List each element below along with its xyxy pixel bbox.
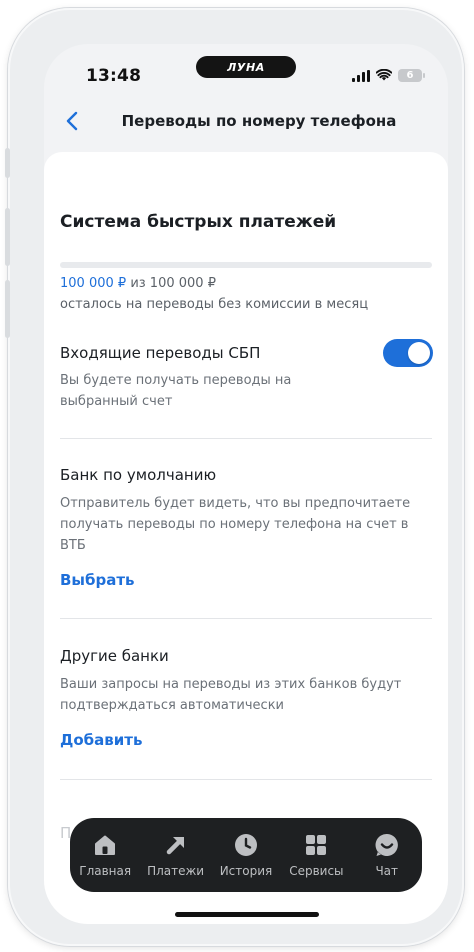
dynamic-island: ЛУНА <box>196 56 296 78</box>
side-button <box>5 280 10 338</box>
other-banks-description: Ваши запросы на переводы из этих банков … <box>60 677 402 713</box>
incoming-transfers-toggle[interactable] <box>383 339 433 367</box>
side-button <box>5 148 10 178</box>
limit-total: из 100 000 ₽ <box>130 276 216 291</box>
default-bank-title: Банк по умолчанию <box>60 466 217 484</box>
incoming-transfers-title: Входящие переводы СБП <box>60 344 261 362</box>
other-banks-title: Другие банки <box>60 647 169 665</box>
tab-label: Главная <box>79 864 132 878</box>
incoming-transfers-description: Вы будете получать переводы на выбранный… <box>60 373 292 409</box>
limit-progress-bar <box>60 262 432 268</box>
section-title: Система быстрых платежей <box>60 212 337 232</box>
chat-smile-icon <box>374 832 400 858</box>
battery-icon: 6 <box>398 69 425 82</box>
page-title: Переводы по номеру телефона <box>121 112 397 130</box>
arrow-up-right-icon <box>163 832 189 858</box>
choose-bank-link[interactable]: Выбрать <box>60 571 135 589</box>
tab-payments[interactable]: Платежи <box>142 832 210 878</box>
limit-amount: 100 000 ₽ из 100 000 ₽ <box>60 276 216 291</box>
home-icon <box>92 832 118 858</box>
home-indicator <box>175 912 319 917</box>
limit-remaining: 100 000 ₽ <box>60 276 127 291</box>
tab-history[interactable]: История <box>212 832 280 878</box>
wifi-icon <box>375 66 393 85</box>
tab-label: История <box>219 864 273 878</box>
screen: 13:48 ЛУНА 6 Переводы по номеру телефона… <box>44 44 448 924</box>
back-button[interactable] <box>62 110 82 132</box>
tab-label: Сервисы <box>289 864 344 878</box>
divider <box>60 779 432 780</box>
chevron-left-icon <box>66 111 78 131</box>
divider <box>60 618 432 619</box>
add-bank-link[interactable]: Добавить <box>60 731 142 749</box>
status-icons: 6 <box>352 66 425 85</box>
toggle-knob <box>408 342 430 364</box>
side-button <box>5 208 10 266</box>
divider <box>60 438 432 439</box>
status-time: 13:48 <box>86 66 142 86</box>
tab-label: Платежи <box>147 864 205 878</box>
tab-home[interactable]: Главная <box>71 832 139 878</box>
tab-label: Чат <box>375 864 399 878</box>
default-bank-description: Отправитель будет видеть, что вы предпоч… <box>60 496 411 553</box>
phone-frame: 13:48 ЛУНА 6 Переводы по номеру телефона… <box>5 8 464 946</box>
content-card: Система быстрых платежей 100 000 ₽ из 10… <box>44 152 448 924</box>
island-label: ЛУНА <box>227 60 265 74</box>
tab-chat[interactable]: Чат <box>353 832 421 878</box>
limit-description: осталось на переводы без комиссии в меся… <box>60 297 369 312</box>
grid-icon <box>303 832 329 858</box>
tab-services[interactable]: Сервисы <box>282 832 350 878</box>
signal-icon <box>352 69 370 82</box>
bottom-tab-bar: Главная Платежи История Сервисы Чат <box>70 818 422 892</box>
clock-icon <box>233 832 259 858</box>
